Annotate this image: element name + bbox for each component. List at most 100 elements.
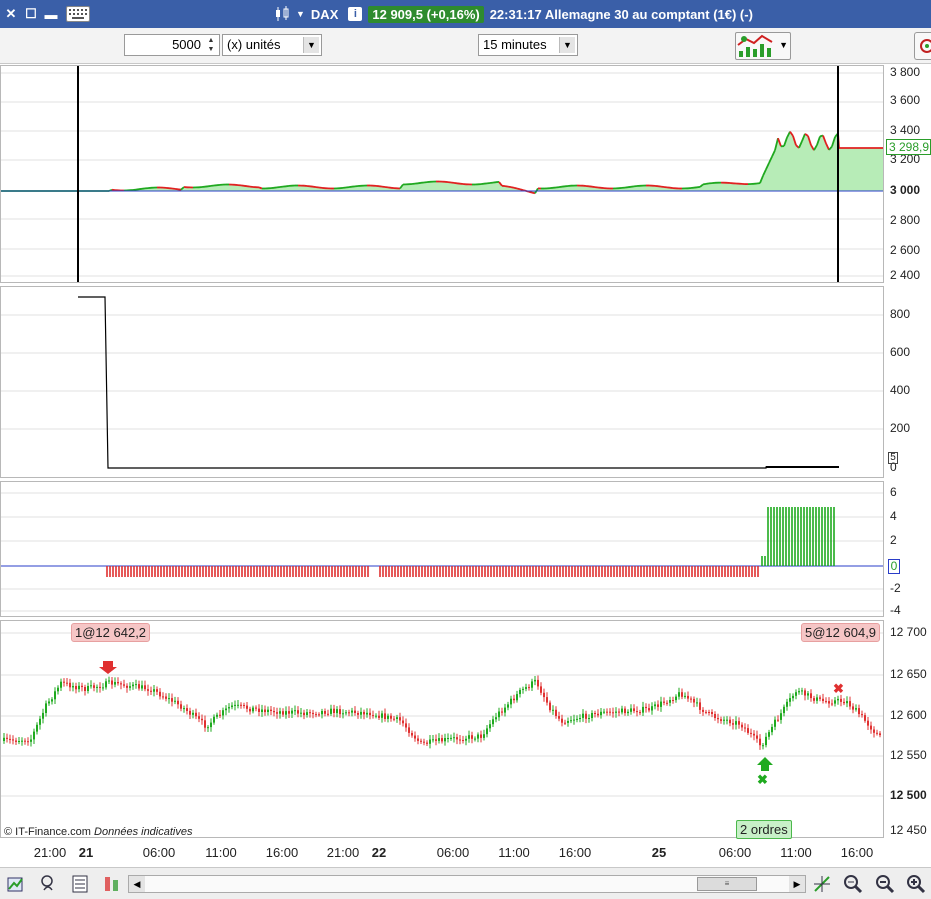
scroll-thumb[interactable]: ≡ — [697, 877, 757, 891]
quantity-stepper[interactable]: 5000 ▲ ▼ — [124, 34, 220, 56]
candle-body — [435, 739, 437, 741]
histogram-panel[interactable] — [0, 481, 884, 617]
candle-body — [192, 712, 194, 715]
order-open-tag[interactable]: 1@12 642,2 — [71, 623, 151, 642]
candle-body — [717, 718, 719, 720]
candle-body — [477, 734, 479, 739]
status-text: 22:31:17 Allemagne 30 au comptant (1€) (… — [489, 6, 753, 22]
equity-segment — [519, 188, 524, 191]
candle-body — [615, 711, 617, 713]
candle-body — [336, 709, 338, 714]
candle-body — [231, 705, 233, 708]
candle-body — [570, 720, 572, 722]
horizontal-scrollbar[interactable]: ◀ ≡ ▶ — [128, 875, 806, 893]
time-label: 21 — [78, 845, 94, 860]
candle-body — [765, 736, 767, 746]
candle-body — [309, 712, 311, 714]
price-panel[interactable]: ✖ ✖ 1@12 642,2 5@12 604,9 2 ordres © IT-F… — [0, 620, 884, 839]
chevron-down-icon[interactable]: ▼ — [559, 37, 575, 53]
strategy-icon — [737, 34, 773, 57]
candle-body — [30, 739, 32, 742]
info-icon[interactable]: i — [348, 7, 363, 21]
candle-body — [558, 716, 560, 719]
candle-body — [489, 724, 491, 729]
candles-icon[interactable] — [274, 5, 292, 23]
candle-body — [186, 708, 188, 711]
candle-body — [366, 712, 368, 715]
candle-body — [459, 739, 461, 741]
axis-tick: 3 800 — [890, 65, 921, 79]
time-label: 11:00 — [205, 845, 237, 860]
candle-body — [492, 719, 494, 725]
timeframe-select[interactable]: 15 minutes ▼ — [478, 34, 578, 56]
candle-body — [453, 737, 455, 739]
axis-tick: 600 — [890, 345, 911, 359]
candle-body — [99, 686, 101, 688]
units-select[interactable]: (x) unités ▼ — [222, 34, 322, 56]
keyboard-icon[interactable] — [66, 6, 90, 22]
candle-body — [168, 698, 170, 700]
candle-body — [507, 704, 509, 708]
candle-body — [15, 740, 17, 742]
scroll-right-icon[interactable]: ▶ — [789, 876, 805, 892]
candle-body — [300, 712, 302, 714]
properties-icon[interactable] — [70, 874, 90, 894]
gear-icon[interactable] — [914, 32, 931, 60]
axis-tick: -4 — [890, 603, 901, 617]
candle-body — [429, 739, 431, 744]
candle-body — [396, 717, 398, 719]
candle-body — [801, 690, 803, 692]
candle-body — [549, 702, 551, 711]
equity-segment — [516, 187, 521, 191]
candle-body — [42, 712, 44, 719]
orders-tag[interactable]: 2 ordres — [736, 820, 792, 839]
scroll-left-icon[interactable]: ◀ — [129, 876, 145, 892]
candle-body — [117, 682, 119, 684]
maximize-icon[interactable]: ☐ — [24, 6, 38, 21]
candle-body — [84, 687, 86, 691]
chevron-down-icon[interactable]: ▼ — [779, 40, 788, 50]
crosshair-icon[interactable] — [812, 874, 832, 894]
position-panel[interactable] — [0, 286, 884, 478]
candle-body — [207, 727, 209, 729]
indicators-icon[interactable] — [38, 874, 58, 894]
candle-body — [129, 686, 131, 688]
spinner-icon[interactable]: ▲ ▼ — [205, 36, 217, 54]
add-chart-icon[interactable] — [6, 874, 26, 894]
candle-body — [39, 718, 41, 725]
candle-body — [531, 681, 533, 688]
copyright: © IT-Finance.com Données indicatives — [4, 826, 192, 838]
chevron-down-icon[interactable]: ▼ — [296, 9, 305, 19]
equity-panel[interactable] — [0, 65, 884, 283]
zoom-fit-icon[interactable] — [843, 874, 863, 894]
candle-body — [291, 710, 293, 714]
zoom-out-icon[interactable] — [875, 874, 895, 894]
order-close-tag[interactable]: 5@12 604,9 — [801, 623, 881, 642]
trading-icon[interactable] — [102, 874, 122, 894]
buy-arrow-icon[interactable] — [757, 757, 773, 771]
candle-body — [744, 727, 746, 729]
candle-body — [252, 707, 254, 712]
sell-arrow-icon[interactable] — [99, 661, 117, 674]
candle-body — [804, 690, 806, 696]
minimize-icon[interactable]: ▬ — [44, 7, 58, 22]
candle-body — [822, 698, 824, 701]
axis-tick: 3 600 — [890, 93, 921, 107]
candle-body — [225, 708, 227, 711]
exit-cross-icon[interactable]: ✖ — [757, 772, 768, 787]
strategy-button[interactable]: ▼ — [735, 32, 791, 60]
candle-body — [267, 709, 269, 712]
chevron-down-icon[interactable]: ▼ — [303, 37, 319, 53]
zoom-in-icon[interactable] — [906, 874, 926, 894]
candle-body — [270, 709, 272, 711]
candle-body — [264, 709, 266, 713]
candle-body — [873, 729, 875, 733]
close-cross-icon[interactable]: ✖ — [833, 681, 844, 696]
candle-body — [501, 711, 503, 713]
candle-body — [462, 740, 464, 741]
close-icon[interactable]: ✕ — [4, 6, 18, 21]
candle-body — [663, 701, 665, 703]
instrument-name[interactable]: DAX — [311, 7, 338, 22]
time-label: 06:00 — [436, 845, 470, 860]
candle-body — [825, 701, 827, 703]
